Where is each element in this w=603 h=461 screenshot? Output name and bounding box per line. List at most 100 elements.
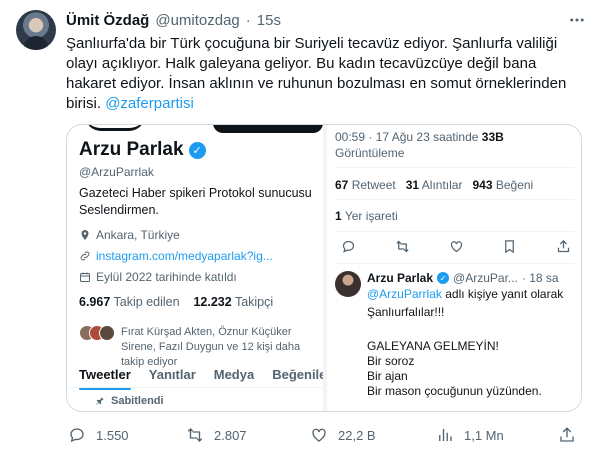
- retweets-count: 67: [335, 178, 349, 192]
- profile-name: Arzu Parlak ✓: [79, 139, 206, 161]
- reply-icon: [342, 240, 355, 253]
- profile-screenshot: Arzu Parlak ✓ @ArzuParrlak Gazeteci Habe…: [67, 125, 331, 411]
- followers-label: Takipçi: [234, 295, 274, 309]
- following-label: Takip edilen: [113, 295, 180, 309]
- tweet-actions: 1.550 2.807 22,2 B 1,1 Mn: [66, 426, 582, 446]
- reply-line: [367, 320, 581, 335]
- more-horizontal-icon[interactable]: [567, 10, 587, 30]
- replying-to: @ArzuParrlak adlı kişiye yanıt olarak: [367, 287, 581, 302]
- tweet-text-line: birisi. @zaferpartisi: [66, 94, 592, 114]
- heart-icon: [312, 428, 326, 442]
- mention-link[interactable]: @zaferpartisi: [105, 95, 194, 112]
- tweet-header: Ümit Özdağ @umitozdag · 15s: [66, 10, 281, 30]
- detail-divider: [335, 231, 575, 232]
- author-handle[interactable]: @umitozdag: [155, 12, 239, 29]
- location-pin-icon: [81, 230, 89, 240]
- views-count: 33B: [481, 130, 504, 144]
- reply-author-handle: @ArzuPar...: [453, 271, 518, 285]
- share-icon: [557, 239, 570, 253]
- share-button[interactable]: [558, 426, 576, 444]
- reply-line: GALEYANA GELMEYİN!: [367, 339, 499, 353]
- reply-count: 1.550: [96, 427, 129, 443]
- tweet-text: Şanlıurfa'da bir Türk çocuğuna bir Suriy…: [66, 34, 592, 114]
- detail-divider: [335, 167, 575, 168]
- tab-replies: Yanıtlar: [148, 367, 196, 382]
- followers-count: 12.232: [193, 295, 232, 309]
- detail-stats: 67 Retweet 31 Alıntılar 943 Beğeni: [335, 178, 533, 192]
- reply-body: @ArzuParrlak adlı kişiye yanıt olarak Şa…: [367, 287, 581, 399]
- retweet-icon: [396, 240, 409, 253]
- followed-by-row: Fırat Kürşad Akten, Öznur Küçüker Sirene…: [79, 325, 317, 370]
- detail-divider: [335, 263, 575, 264]
- author-name[interactable]: Ümit Özdağ: [66, 12, 149, 29]
- reply-avatar: [335, 271, 361, 297]
- cropped-avatar-edge: [85, 125, 145, 131]
- cropped-button: [213, 125, 323, 133]
- follower-avatar: [99, 325, 115, 341]
- profile-link: instagram.com/medyaparlak?ig...: [79, 249, 273, 263]
- tweet-detail-screenshot: 00:59 · 17 Ağu 23 saatinde 33B Görüntüle…: [327, 125, 581, 411]
- tweet-time[interactable]: 15s: [257, 12, 281, 29]
- quotes-count: 31: [405, 178, 420, 192]
- profile-name-text: Arzu Parlak: [79, 139, 184, 160]
- detail-actions: [341, 239, 571, 254]
- replying-to-mention: @ArzuParrlak: [367, 287, 442, 301]
- bookmarks-count: 1: [335, 209, 342, 223]
- detail-divider: [335, 199, 575, 200]
- replying-to-suffix: adlı kişiye yanıt olarak: [445, 287, 564, 301]
- profile-location: Ankara, Türkiye: [79, 228, 180, 242]
- header-separator: ·: [245, 11, 251, 29]
- tabs-divider: [67, 387, 323, 388]
- link-icon: [80, 251, 90, 261]
- like-button[interactable]: 22,2 B: [310, 426, 376, 444]
- tab-tweets: Tweetler: [79, 367, 131, 390]
- attached-image[interactable]: Arzu Parlak ✓ @ArzuParrlak Gazeteci Habe…: [66, 124, 582, 412]
- retweet-button[interactable]: 2.807: [186, 426, 247, 444]
- verified-badge-icon: ✓: [437, 272, 450, 284]
- author-avatar[interactable]: [16, 10, 56, 50]
- retweet-count: 2.807: [214, 427, 247, 443]
- link-text: instagram.com/medyaparlak?ig...: [96, 249, 273, 263]
- reply-line: Bir mason çocuğunun yüzünden.: [367, 384, 542, 398]
- reply-icon: [70, 428, 84, 443]
- profile-tabs: Tweetler Yanıtlar Medya Beğeniler: [79, 367, 331, 390]
- profile-bio: Gazeteci Haber spikeri Protokol sunucusu…: [79, 185, 315, 219]
- reply-header: Arzu Parlak ✓ @ArzuPar... · 18 sa: [367, 271, 559, 285]
- follower-avatars: [79, 325, 115, 341]
- timestamp-text: 00:59 · 17 Ağu 23 saatinde: [335, 130, 479, 144]
- retweets-label: Retweet: [351, 178, 396, 192]
- detail-bookmarks: 1 Yer işareti: [335, 209, 398, 223]
- joined-text: Eylül 2022 tarihinde katıldı: [96, 270, 237, 284]
- like-count: 22,2 B: [338, 427, 376, 443]
- profile-handle: @ArzuParrlak: [79, 165, 154, 179]
- reply-time: · 18 sa: [521, 271, 559, 285]
- tweet-text-line: Şanlıurfa'da bir Türk çocuğuna bir Suriy…: [66, 35, 558, 52]
- share-icon: [560, 427, 574, 442]
- retweet-icon: [187, 428, 203, 442]
- profile-joined: Eylül 2022 tarihinde katıldı: [79, 270, 237, 284]
- bookmarks-label: Yer işareti: [344, 209, 398, 223]
- bio-line: Gazeteci Haber spikeri Protokol sunucusu: [79, 186, 312, 200]
- reply-line: Şanlıurfalılar!!!: [367, 305, 445, 319]
- bio-line: Seslendirmen.: [79, 203, 159, 217]
- reply-button[interactable]: 1.550: [68, 426, 129, 444]
- views-button[interactable]: 1,1 Mn: [436, 426, 504, 444]
- location-text: Ankara, Türkiye: [96, 228, 180, 242]
- pinned-text: Sabitlendi: [111, 395, 164, 407]
- reply-line: Bir soroz: [367, 354, 415, 368]
- calendar-icon: [80, 272, 90, 282]
- followed-by-text: Fırat Kürşad Akten, Öznur Küçüker Sirene…: [121, 326, 301, 368]
- pinned-label: Sabitlendi: [95, 395, 164, 407]
- reply-line: Bir ajan: [367, 369, 408, 383]
- views-chart-icon: [439, 429, 452, 441]
- heart-icon: [450, 241, 462, 253]
- tweet[interactable]: Ümit Özdağ @umitozdag · 15s Şanlıurfa'da…: [0, 0, 603, 461]
- profile-follow-counts: 6.967 Takip edilen 12.232 Takipçi: [79, 295, 273, 309]
- views-count: 1,1 Mn: [464, 427, 504, 443]
- tab-media: Medya: [213, 367, 255, 382]
- tweet-text-end: birisi.: [66, 95, 102, 112]
- tweet-text-line: hakaret ediyor. İnsan aklının ve ruhunun…: [66, 75, 567, 92]
- likes-label: Beğeni: [495, 178, 534, 192]
- quotes-label: Alıntılar: [421, 178, 463, 192]
- tweet-text-line: olayı açıklıyor. Halk galeyana geliyor. …: [66, 55, 537, 72]
